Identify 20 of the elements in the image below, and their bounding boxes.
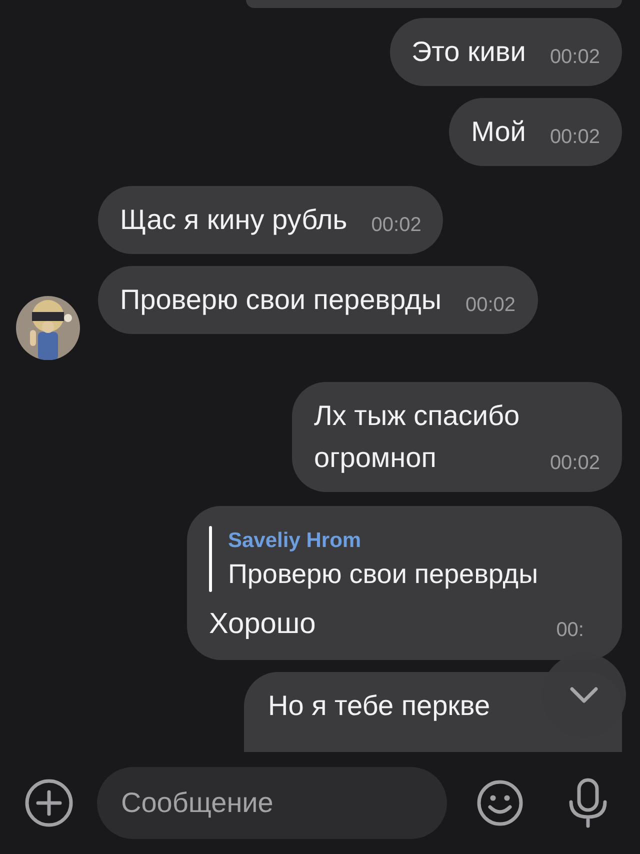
message-text: Щас я кину рубль (120, 203, 348, 237)
quote-author: Saveliy Hrom (228, 528, 362, 554)
message-time: 00:02 (550, 125, 600, 150)
message-text: Лх тыж спасибо огромноп (314, 399, 521, 475)
message-text: Хорошо (209, 607, 316, 642)
message-text: Это киви (412, 35, 526, 69)
message-text: Мой (471, 115, 526, 149)
message-time: 00:02 (550, 451, 600, 476)
add-icon[interactable] (24, 778, 74, 828)
message-text: Проверю свои переврды (120, 283, 442, 317)
message-text: Но я тебе перкве (268, 689, 490, 723)
emoji-icon[interactable] (476, 779, 524, 827)
message-time: 00:02 (371, 213, 422, 238)
message-time: 00:02 (465, 293, 516, 318)
microphone-icon[interactable] (567, 778, 609, 828)
message-time: 00:02 (550, 45, 600, 70)
chevron-down-icon (569, 686, 599, 704)
quoted-text: Проверю свои переврды (228, 558, 538, 591)
message-field[interactable]: Сообщение (97, 767, 447, 839)
message-time: 00: (556, 618, 584, 643)
